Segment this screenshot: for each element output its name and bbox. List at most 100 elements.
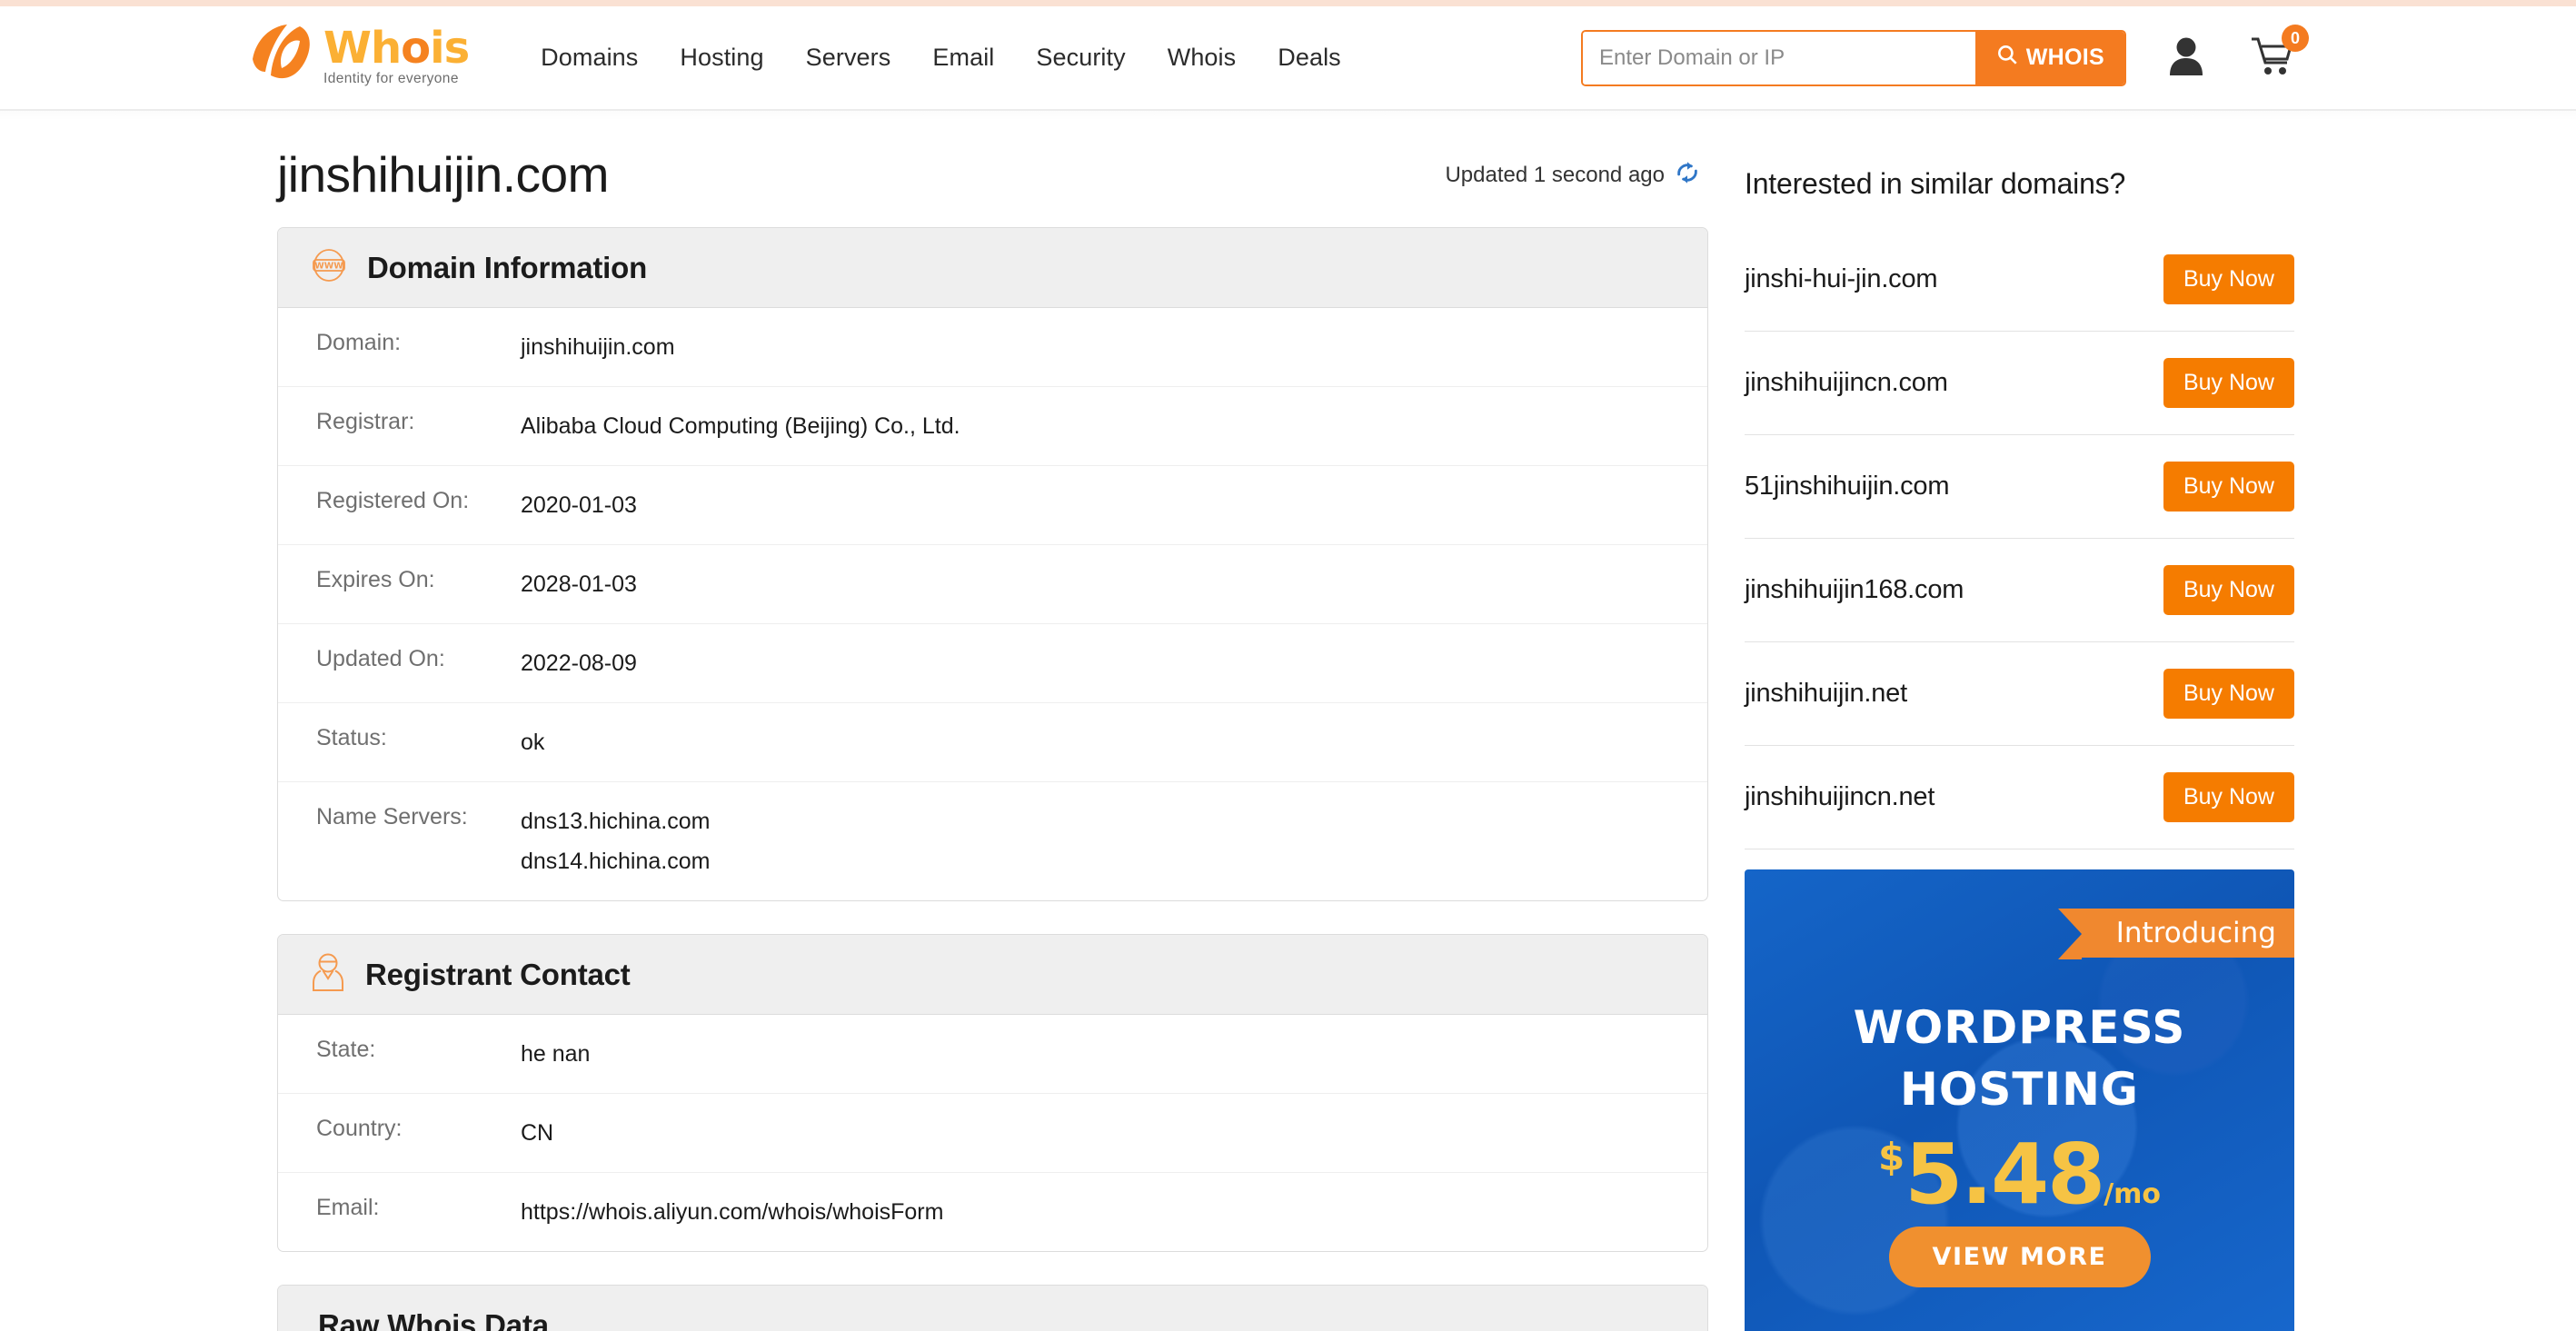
- row-key: State:: [316, 1034, 521, 1065]
- header-actions: WHOIS 0: [1581, 30, 2576, 86]
- buy-now-button[interactable]: Buy Now: [2163, 772, 2294, 822]
- list-item: jinshihuijincn.net Buy Now: [1745, 746, 2294, 849]
- buy-now-button[interactable]: Buy Now: [2163, 254, 2294, 304]
- updated-status: Updated 1 second ago: [1445, 159, 1701, 202]
- ad-price-period: /mo: [2104, 1178, 2161, 1210]
- buy-now-button[interactable]: Buy Now: [2163, 565, 2294, 615]
- nav-item-servers[interactable]: Servers: [785, 44, 912, 72]
- account-button[interactable]: [2168, 35, 2204, 80]
- nav-item-hosting[interactable]: Hosting: [659, 44, 784, 72]
- ad-price-value: 5.48: [1905, 1126, 2104, 1223]
- nav-item-whois[interactable]: Whois: [1147, 44, 1258, 72]
- search-icon: [1995, 43, 2019, 73]
- page-title-row: jinshihuijin.com Updated 1 second ago: [277, 147, 1708, 202]
- whois-search-box: WHOIS: [1581, 30, 2126, 86]
- row-key: Status:: [316, 722, 521, 753]
- similar-domain-name[interactable]: jinshi-hui-jin.com: [1745, 264, 1937, 294]
- domain-information-body: Domain: jinshihuijin.com Registrar: Alib…: [278, 308, 1707, 900]
- row-value: 2028-01-03: [521, 564, 637, 604]
- whois-search-button[interactable]: WHOIS: [1975, 32, 2124, 84]
- similar-domain-name[interactable]: 51jinshihuijin.com: [1745, 472, 1949, 502]
- row-key: Email:: [316, 1192, 521, 1223]
- top-accent-strip: [0, 0, 2576, 6]
- table-row: Email: https://whois.aliyun.com/whois/wh…: [278, 1173, 1707, 1251]
- row-value: jinshihuijin.com: [521, 327, 675, 367]
- refresh-icon[interactable]: [1674, 159, 1701, 191]
- row-key: Registered On:: [316, 485, 521, 516]
- similar-domain-name[interactable]: jinshihuijin168.com: [1745, 575, 1964, 605]
- table-row: Status: ok: [278, 703, 1707, 782]
- main-navigation: Domains Hosting Servers Email Security W…: [520, 44, 1362, 72]
- header-shadow: [0, 111, 2576, 120]
- search-input[interactable]: [1583, 32, 1975, 84]
- buy-now-button[interactable]: Buy Now: [2163, 669, 2294, 719]
- ad-price-currency: $: [1878, 1135, 1905, 1179]
- site-logo[interactable]: Whois Identity for everyone: [247, 23, 469, 94]
- raw-whois-data-header: Raw Whois Data: [278, 1286, 1707, 1331]
- row-key: Domain:: [316, 327, 521, 358]
- wordpress-hosting-ad[interactable]: Introducing WORDPRESS HOSTING $5.48/mo V…: [1745, 869, 2294, 1331]
- row-key: Expires On:: [316, 564, 521, 595]
- sidebar: Interested in similar domains? jinshi-hu…: [1745, 147, 2294, 1331]
- buy-now-button[interactable]: Buy Now: [2163, 462, 2294, 512]
- table-row: Registered On: 2020-01-03: [278, 466, 1707, 545]
- row-value: ok: [521, 722, 544, 762]
- site-header: Whois Identity for everyone Domains Host…: [0, 6, 2576, 109]
- row-value: dns13.hichina.com dns14.hichina.com: [521, 801, 710, 881]
- raw-whois-data-heading: Raw Whois Data: [318, 1308, 549, 1331]
- similar-domain-name[interactable]: jinshihuijin.net: [1745, 679, 1907, 709]
- user-icon: [2168, 35, 2204, 80]
- row-value: Alibaba Cloud Computing (Beijing) Co., L…: [521, 406, 960, 446]
- buy-now-button[interactable]: Buy Now: [2163, 358, 2294, 408]
- logo-word-o: o: [401, 23, 430, 74]
- table-row: Country: CN: [278, 1094, 1707, 1173]
- nav-item-deals[interactable]: Deals: [1257, 44, 1362, 72]
- raw-whois-data-card: Raw Whois Data: [277, 1285, 1708, 1331]
- table-row: Name Servers: dns13.hichina.com dns14.hi…: [278, 782, 1707, 900]
- ad-view-more-button[interactable]: VIEW MORE: [1888, 1227, 2150, 1287]
- nav-item-security[interactable]: Security: [1015, 44, 1146, 72]
- list-item: jinshi-hui-jin.com Buy Now: [1745, 228, 2294, 332]
- cart-count-badge: 0: [2282, 25, 2309, 52]
- list-item: jinshihuijin.net Buy Now: [1745, 642, 2294, 746]
- nav-item-email[interactable]: Email: [911, 44, 1015, 72]
- table-row: Updated On: 2022-08-09: [278, 624, 1707, 703]
- row-value: https://whois.aliyun.com/whois/whoisForm: [521, 1192, 943, 1232]
- logo-word-part1: Wh: [323, 23, 401, 74]
- page-title: jinshihuijin.com: [277, 147, 609, 202]
- svg-text:WWW: WWW: [314, 261, 343, 271]
- row-value: 2022-08-09: [521, 643, 637, 683]
- registrant-contact-heading: Registrant Contact: [365, 958, 631, 992]
- nav-item-domains[interactable]: Domains: [520, 44, 659, 72]
- domain-information-heading: Domain Information: [367, 251, 647, 285]
- updated-text: Updated 1 second ago: [1445, 163, 1665, 188]
- domain-information-card: WWW Domain Information Domain: jinshihui…: [277, 227, 1708, 901]
- www-globe-icon: WWW: [309, 245, 349, 290]
- ad-ribbon-label: Introducing: [2082, 909, 2294, 958]
- similar-domain-name[interactable]: jinshihuijincn.net: [1745, 782, 1934, 812]
- cart-button[interactable]: 0: [2250, 35, 2297, 81]
- row-key: Registrar:: [316, 406, 521, 437]
- ad-title-line2: HOSTING: [1745, 1058, 2294, 1120]
- logo-tagline: Identity for everyone: [323, 71, 469, 87]
- list-item: jinshihuijin168.com Buy Now: [1745, 539, 2294, 642]
- search-button-label: WHOIS: [2026, 45, 2104, 71]
- main-column: jinshihuijin.com Updated 1 second ago: [277, 147, 1708, 1331]
- logo-wordmark: Whois: [323, 28, 469, 68]
- row-key: Name Servers:: [316, 801, 521, 832]
- page-content: jinshihuijin.com Updated 1 second ago: [0, 120, 2576, 1331]
- list-item: jinshihuijincn.com Buy Now: [1745, 332, 2294, 435]
- registrant-contact-body: State: he nan Country: CN Email: https:/…: [278, 1015, 1707, 1251]
- row-value: CN: [521, 1113, 553, 1153]
- list-item: 51jinshihuijin.com Buy Now: [1745, 435, 2294, 539]
- row-key: Updated On:: [316, 643, 521, 674]
- person-icon: [309, 951, 347, 998]
- similar-domain-name[interactable]: jinshihuijincn.com: [1745, 368, 1948, 398]
- table-row: State: he nan: [278, 1015, 1707, 1094]
- row-value: 2020-01-03: [521, 485, 637, 525]
- registrant-contact-card: Registrant Contact State: he nan Country…: [277, 934, 1708, 1252]
- similar-domains-title: Interested in similar domains?: [1745, 167, 2294, 201]
- table-row: Domain: jinshihuijin.com: [278, 308, 1707, 387]
- whois-logo-mark: [247, 23, 316, 88]
- row-key: Country:: [316, 1113, 521, 1144]
